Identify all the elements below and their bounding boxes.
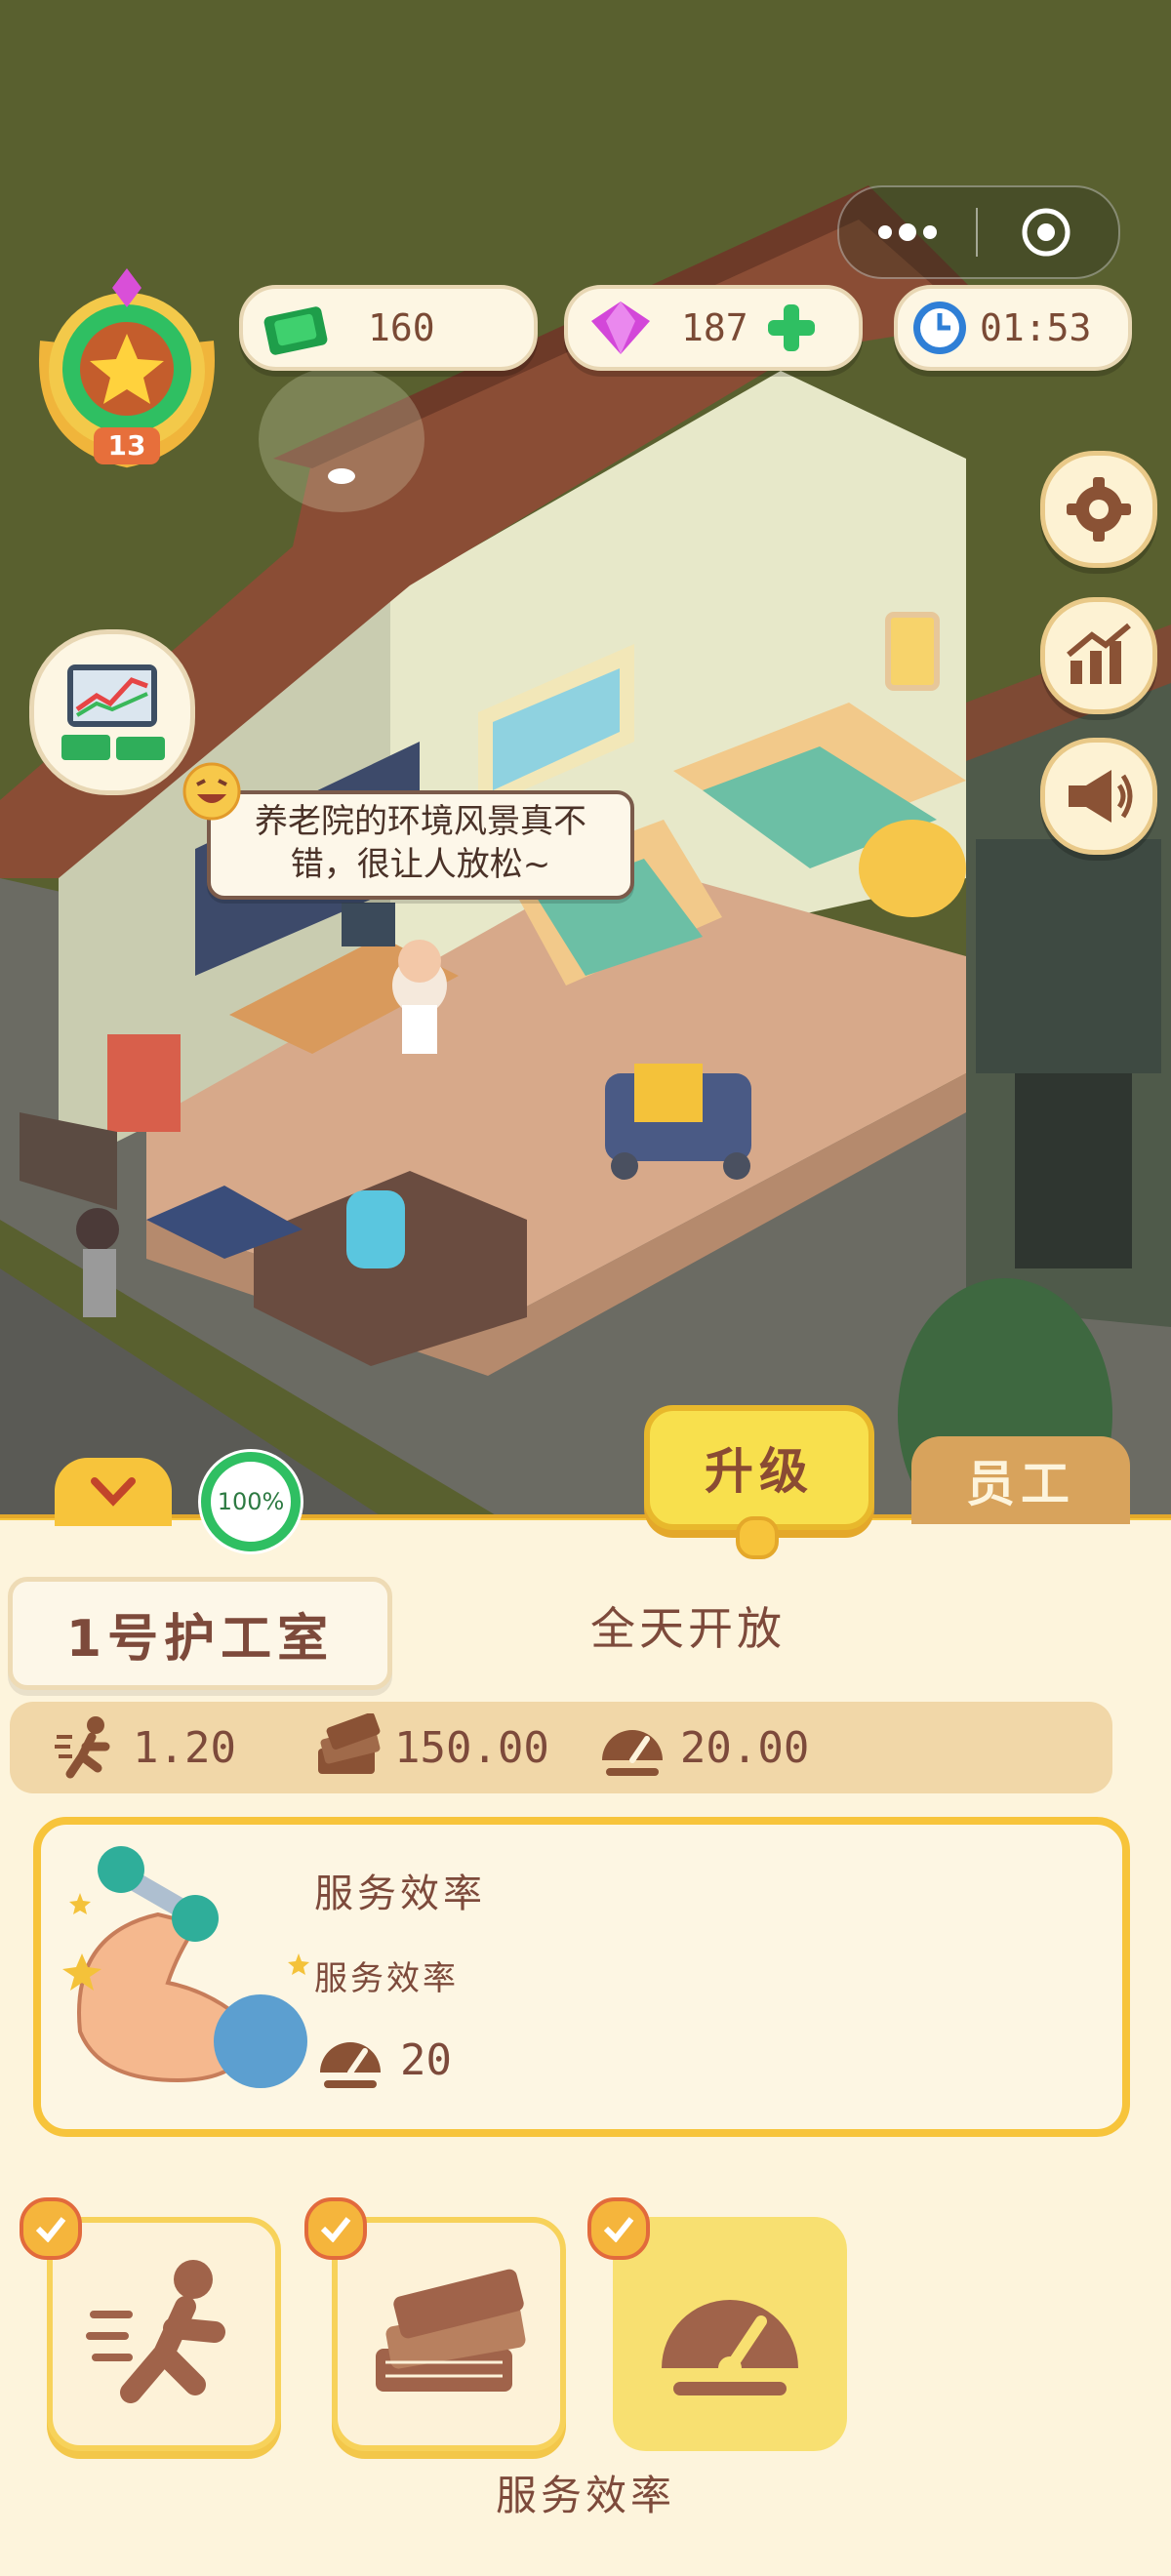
- detail-subtitle: 服务效率: [314, 1959, 459, 1998]
- income-stat: 150.00: [310, 1713, 549, 1782]
- add-gems-plus-icon[interactable]: [764, 301, 819, 355]
- flexed-arm-dumbbell-icon: [62, 1846, 309, 2088]
- timer-counter[interactable]: 01:53: [894, 285, 1132, 371]
- chart-growth-icon: [1067, 623, 1131, 684]
- speed-stat: 1.20: [53, 1713, 236, 1782]
- gem-value: 187: [681, 306, 748, 349]
- timer-value: 01:53: [980, 306, 1092, 349]
- speedometer-icon: [662, 2300, 798, 2395]
- more-dots-icon: [878, 223, 937, 241]
- laughing-emoji-icon: [182, 762, 241, 821]
- room-hours: 全天开放: [590, 1602, 786, 1655]
- progress-percent: 100%: [217, 1488, 285, 1515]
- speedometer-icon: [320, 2042, 381, 2088]
- cash-counter[interactable]: 160: [239, 285, 538, 371]
- money-stack-icon: [376, 2269, 526, 2392]
- more-menu-button[interactable]: [839, 187, 976, 277]
- speech-text: 养老院的环境风景真不错，很让人放松~: [255, 802, 586, 884]
- room-name-plate: 1号护工室: [8, 1577, 392, 1690]
- efficiency-completed-check-icon: [587, 2197, 650, 2260]
- money-stack-icon: [317, 1713, 381, 1774]
- megaphone-icon: [1069, 770, 1133, 823]
- detail-value-row: 20: [314, 2024, 452, 2096]
- stock-chart-money-icon: [61, 664, 165, 760]
- speedometer-icon: [601, 1730, 663, 1776]
- efficiency-value: 20.00: [679, 1722, 810, 1773]
- room-progress-ring: 100%: [193, 1444, 308, 1559]
- income-upgrade-button[interactable]: [332, 2217, 566, 2451]
- player-level-badge[interactable]: 13: [29, 263, 224, 468]
- tab-upgrade-pin: [736, 1516, 779, 1559]
- speed-completed-check-icon: [20, 2197, 82, 2260]
- efficiency-stat: 20.00: [596, 1711, 809, 1784]
- gem-counter[interactable]: 187: [564, 285, 863, 371]
- cash-value: 160: [368, 306, 435, 349]
- announcement-button[interactable]: [1040, 738, 1157, 855]
- tab-upgrade[interactable]: 升级: [644, 1405, 874, 1530]
- room-name: 1号护工室: [65, 1609, 335, 1669]
- detail-title: 服务效率: [314, 1872, 486, 1916]
- close-miniprogram-button[interactable]: [978, 187, 1114, 277]
- selected-option-label: 服务效率: [495, 2472, 675, 2519]
- level-number: 13: [107, 429, 146, 462]
- chevron-down-icon: [91, 1477, 136, 1507]
- income-value: 150.00: [393, 1722, 549, 1773]
- speed-upgrade-button[interactable]: [47, 2217, 281, 2451]
- running-person-icon: [55, 1716, 110, 1779]
- mini-program-capsule: [837, 185, 1120, 279]
- investment-bubble-button[interactable]: [29, 629, 195, 795]
- statistics-button[interactable]: [1040, 597, 1157, 714]
- speed-value: 1.20: [133, 1722, 236, 1773]
- efficiency-upgrade-button[interactable]: [613, 2217, 847, 2451]
- income-completed-check-icon: [304, 2197, 367, 2260]
- settings-button[interactable]: [1040, 451, 1157, 568]
- collapse-panel-button[interactable]: [55, 1458, 172, 1526]
- room-stats-bar: 1.20 150.00 20.00: [10, 1702, 1112, 1793]
- gem-icon: [591, 302, 650, 354]
- detail-value: 20: [400, 2034, 452, 2085]
- gear-icon: [1067, 477, 1131, 542]
- target-circle-icon: [1022, 208, 1070, 257]
- tab-staff[interactable]: 员工: [911, 1436, 1130, 1524]
- cash-icon: [263, 306, 328, 355]
- upgrade-detail-card: 服务效率 服务效率 20: [33, 1817, 1130, 2137]
- resident-speech-bubble: 养老院的环境风景真不错，很让人放松~: [207, 790, 634, 900]
- running-person-icon: [86, 2260, 225, 2403]
- clock-icon: [913, 302, 966, 354]
